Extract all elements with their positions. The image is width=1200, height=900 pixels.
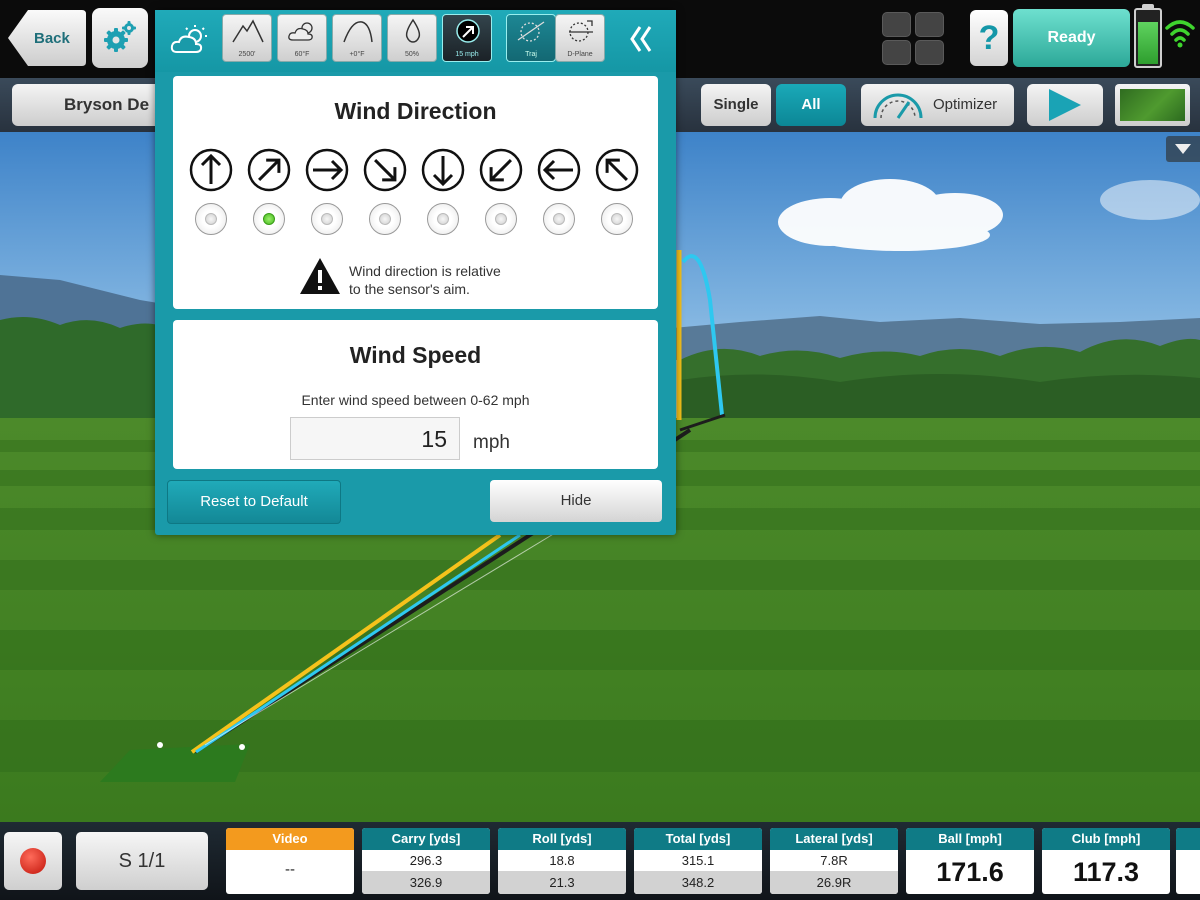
gears-icon	[104, 21, 136, 52]
arrow-right-icon[interactable]	[305, 148, 349, 192]
wind-direction-radio[interactable]	[601, 203, 633, 235]
wind-direction-note: Wind direction is relative to the sensor…	[349, 263, 501, 297]
play-button[interactable]	[1027, 84, 1103, 126]
roll-stat: Roll [yds] 18.8 21.3	[498, 828, 626, 894]
arrow-left-icon[interactable]	[537, 148, 581, 192]
chevron-down-icon	[1175, 144, 1191, 154]
back-label: Back	[34, 30, 70, 47]
ball-temperature-tab[interactable]: +0°F	[332, 14, 382, 62]
d-plane-tab[interactable]: D-Plane	[555, 14, 605, 62]
wind-direction-card: Wind Direction Wind direction is relativ…	[173, 76, 658, 309]
shot-stats-bar: S 1/1 Video -- Carry [yds] 296.3 326.9 R…	[0, 822, 1200, 900]
wind-direction-radio[interactable]	[485, 203, 517, 235]
lateral-stat: Lateral [yds] 7.8R 26.9R	[770, 828, 898, 894]
trajectory-icon	[517, 21, 545, 42]
altitude-icon	[232, 19, 264, 43]
wind-speed-input[interactable]: 15	[290, 417, 460, 460]
record-icon	[20, 848, 46, 874]
single-view-button[interactable]: Single	[701, 84, 771, 126]
wind-direction-radio[interactable]	[543, 203, 575, 235]
carry-stat: Carry [yds] 296.3 326.9	[362, 828, 490, 894]
range-view-button[interactable]	[1115, 84, 1190, 126]
help-button[interactable]: ?	[970, 10, 1008, 66]
wind-direction-title: Wind Direction	[334, 98, 497, 124]
play-icon	[1049, 89, 1081, 121]
total-stat: Total [yds] 315.1 348.2	[634, 828, 762, 894]
weather-tabs: 2500' 60°F +0°F 50% 15 mph Traj D-Plane	[155, 10, 676, 72]
optimizer-button[interactable]: Optimizer	[861, 84, 1014, 126]
wind-speed-title: Wind Speed	[349, 342, 482, 368]
wind-speed-unit: mph	[473, 432, 510, 453]
arrow-down-left-icon[interactable]	[479, 148, 523, 192]
arrow-down-right-icon[interactable]	[363, 148, 407, 192]
humidity-icon	[405, 18, 421, 43]
d-plane-icon	[569, 20, 593, 42]
ball-speed-stat: Ball [mph] 171.6	[906, 828, 1034, 894]
wind-direction-radio[interactable]	[369, 203, 401, 235]
wind-icon	[456, 19, 480, 43]
wifi-icon	[1165, 20, 1195, 48]
arrow-up-left-icon[interactable]	[595, 148, 639, 192]
humidity-tab[interactable]: 50%	[387, 14, 437, 62]
arrow-up-icon[interactable]	[189, 148, 233, 192]
shot-selector-button[interactable]: S 1/1	[76, 832, 208, 890]
weather-panel: 2500' 60°F +0°F 50% 15 mph Traj D-Plane …	[155, 10, 676, 535]
battery-icon	[1134, 4, 1162, 68]
wind-direction-radio[interactable]	[427, 203, 459, 235]
arrow-down-icon[interactable]	[421, 148, 465, 192]
wind-direction-radio[interactable]	[253, 203, 285, 235]
wind-direction-radio[interactable]	[195, 203, 227, 235]
range-thumbnail	[1120, 89, 1185, 121]
warning-icon	[300, 258, 340, 294]
hide-button[interactable]: Hide	[490, 480, 662, 522]
ready-status-button[interactable]: Ready	[1013, 9, 1130, 67]
settings-button[interactable]	[92, 8, 148, 68]
arrow-up-right-icon[interactable]	[247, 148, 291, 192]
trajectory-tab[interactable]: Traj	[506, 14, 556, 62]
collapse-panel-icon[interactable]	[629, 24, 653, 54]
layout-grid-button[interactable]	[880, 10, 946, 66]
next-stat-stub	[1176, 828, 1200, 894]
club-speed-stat: Club [mph] 117.3	[1042, 828, 1170, 894]
video-stat[interactable]: Video --	[226, 828, 354, 894]
altitude-tab[interactable]: 2500'	[222, 14, 272, 62]
reset-to-default-button[interactable]: Reset to Default	[167, 480, 341, 524]
wind-direction-radio[interactable]	[311, 203, 343, 235]
wind-speed-hint: Enter wind speed between 0-62 mph	[301, 392, 530, 408]
ball-temp-icon	[343, 21, 373, 43]
wind-speed-card: Wind Speed Enter wind speed between 0-62…	[173, 320, 658, 469]
back-button[interactable]: Back	[6, 8, 86, 68]
temperature-tab[interactable]: 60°F	[277, 14, 327, 62]
all-view-button[interactable]: All	[776, 84, 846, 126]
optimizer-label: Optimizer	[933, 96, 998, 113]
player-select-button[interactable]: Bryson De	[12, 84, 162, 126]
record-button[interactable]	[4, 832, 62, 890]
wind-tab[interactable]: 15 mph	[442, 14, 492, 62]
partly-cloudy-icon	[288, 22, 313, 41]
weather-cloud-icon	[170, 25, 207, 53]
dropdown-toggle[interactable]	[1166, 136, 1200, 162]
app-window: Back ? Ready Bryson De Single All Optimi…	[0, 0, 1200, 900]
speedometer-icon	[873, 93, 923, 119]
